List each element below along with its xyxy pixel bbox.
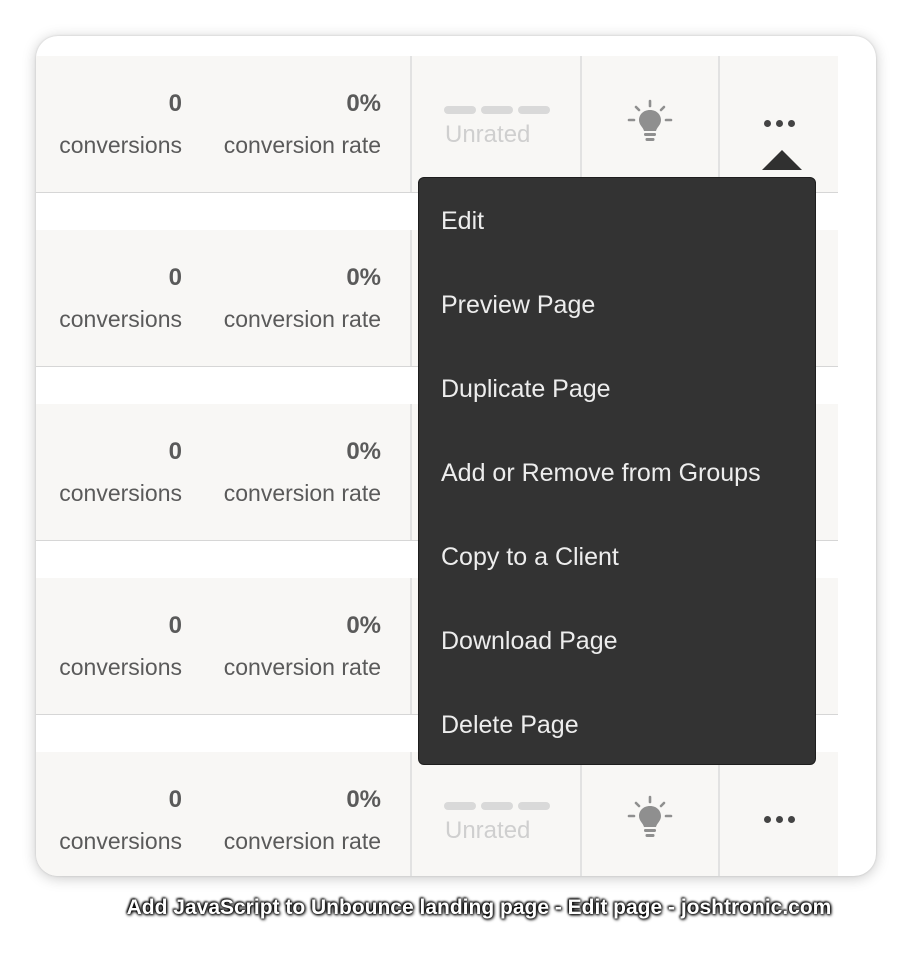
insights-button[interactable]	[582, 56, 718, 192]
rating-bars-icon	[444, 106, 550, 114]
conversions-label: conversions	[59, 480, 182, 506]
rating-label: Unrated	[445, 817, 531, 844]
conversion-rate-value: 0%	[346, 612, 381, 639]
conversion-rate-value: 0%	[346, 438, 381, 465]
rating-label: Unrated	[445, 121, 531, 148]
menu-item-download-page[interactable]: Download Page	[419, 599, 815, 683]
conversion-rate-value: 0%	[346, 786, 381, 813]
insights-button[interactable]	[582, 752, 718, 876]
menu-item-add-or-remove-from-groups[interactable]: Add or Remove from Groups	[419, 431, 815, 515]
conversion-rate-label: conversion rate	[223, 306, 381, 332]
conversions-metric: 0 conversions	[36, 56, 182, 192]
menu-item-delete-page[interactable]: Delete Page	[419, 683, 815, 767]
menu-item-edit[interactable]: Edit	[419, 179, 815, 263]
conversion-rate-metric: 0% conversion rate	[206, 230, 381, 366]
menu-item-copy-to-a-client[interactable]: Copy to a Client	[419, 515, 815, 599]
menu-caret	[762, 150, 802, 170]
conversion-rate-metric: 0% conversion rate	[206, 752, 381, 876]
conversion-rate-label: conversion rate	[223, 654, 381, 680]
more-options-icon	[760, 120, 796, 128]
conversions-metric: 0 conversions	[36, 404, 182, 540]
conversions-metric: 0 conversions	[36, 752, 182, 876]
conversions-metric: 0 conversions	[36, 230, 182, 366]
menu-item-duplicate-page[interactable]: Duplicate Page	[419, 347, 815, 431]
rating-bars-icon	[444, 802, 550, 810]
conversion-rate-metric: 0% conversion rate	[206, 578, 381, 714]
conversion-rate-label: conversion rate	[223, 828, 381, 854]
more-options-icon	[760, 816, 796, 824]
more-options-button[interactable]	[720, 752, 838, 876]
conversions-count: 0	[168, 438, 182, 465]
conversions-label: conversions	[59, 306, 182, 332]
conversions-label: conversions	[59, 828, 182, 854]
page-row[interactable]: 0 conversions 0% conversion rate Unrated	[36, 56, 838, 193]
page-rating: Unrated	[412, 56, 580, 192]
conversion-rate-value: 0%	[346, 264, 381, 291]
menu-item-preview-page[interactable]: Preview Page	[419, 263, 815, 347]
conversion-rate-label: conversion rate	[223, 480, 381, 506]
page-actions-menu: Edit Preview Page Duplicate Page Add or Rem…	[418, 177, 816, 765]
page-rating: Unrated	[412, 752, 580, 876]
conversion-rate-metric: 0% conversion rate	[206, 404, 381, 540]
conversion-rate-label: conversion rate	[223, 132, 381, 158]
conversions-label: conversions	[59, 132, 182, 158]
conversion-rate-metric: 0% conversion rate	[206, 56, 381, 192]
page-row[interactable]: 0 conversions 0% conversion rate Unrated	[36, 752, 838, 876]
conversions-count: 0	[168, 264, 182, 291]
conversions-count: 0	[168, 612, 182, 639]
more-options-button[interactable]	[720, 56, 838, 192]
conversions-metric: 0 conversions	[36, 578, 182, 714]
conversion-rate-value: 0%	[346, 90, 381, 117]
conversions-count: 0	[168, 90, 182, 117]
conversions-label: conversions	[59, 654, 182, 680]
caption-text: Add JavaScript to Unbounce landing page …	[126, 896, 832, 919]
conversions-count: 0	[168, 786, 182, 813]
